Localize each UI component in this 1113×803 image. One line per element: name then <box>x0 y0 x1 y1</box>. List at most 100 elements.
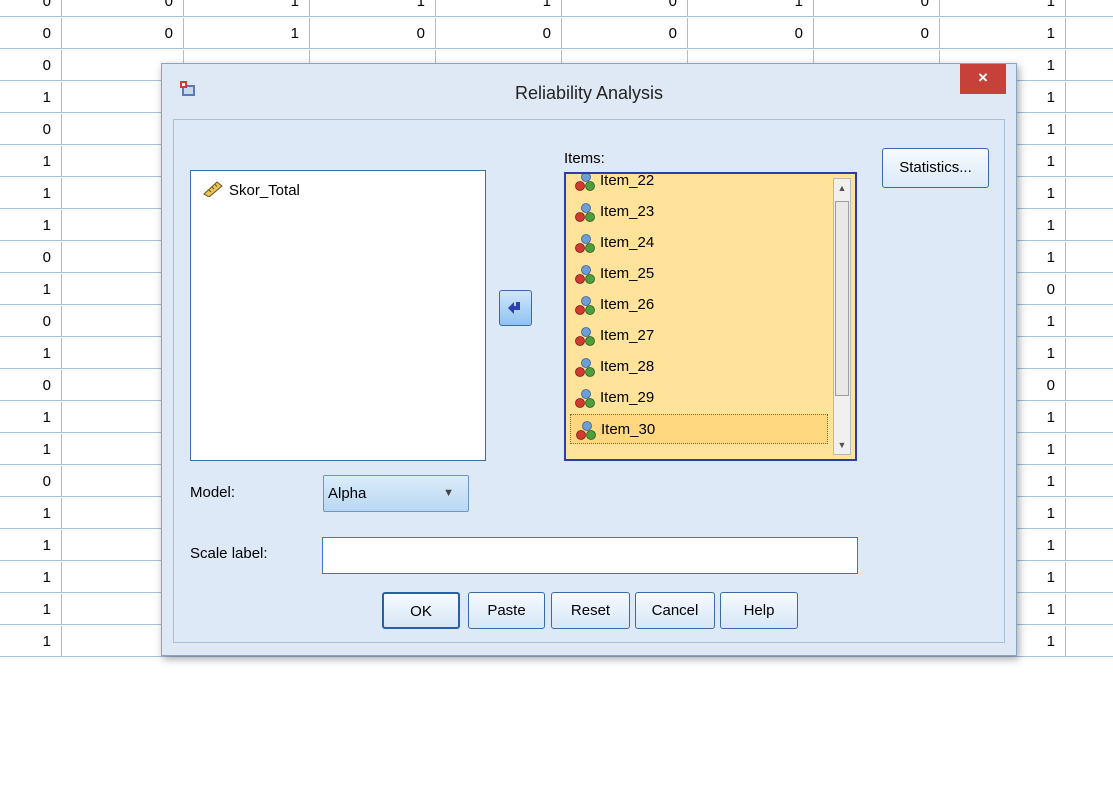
items-label: Items: <box>564 150 605 167</box>
sheet-cell[interactable] <box>1066 466 1113 497</box>
sheet-cell[interactable]: 0 <box>562 18 688 49</box>
reliability-analysis-dialog: Reliability Analysis × Skor_Total Items:… <box>161 63 1017 656</box>
sheet-cell[interactable] <box>1066 530 1113 561</box>
sheet-cell[interactable] <box>1066 402 1113 433</box>
move-variable-button[interactable] <box>499 290 532 326</box>
cancel-button[interactable]: Cancel <box>635 592 715 629</box>
sheet-cell[interactable]: 0 <box>814 0 940 17</box>
title-bar[interactable]: Reliability Analysis × <box>162 64 1016 118</box>
sheet-cell[interactable] <box>1066 0 1113 17</box>
sheet-cell[interactable]: 1 <box>0 498 62 529</box>
sheet-cell[interactable] <box>1066 562 1113 593</box>
sheet-cell[interactable]: 0 <box>688 18 814 49</box>
nominal-variable-icon <box>575 265 595 284</box>
sheet-cell[interactable]: 1 <box>940 0 1066 17</box>
item-variable[interactable]: Item_27 <box>570 321 828 351</box>
scale-label-label: Scale label: <box>190 545 268 562</box>
sheet-cell[interactable] <box>1066 178 1113 209</box>
scrollbar-thumb[interactable] <box>835 201 849 396</box>
sheet-cell[interactable]: 0 <box>0 370 62 401</box>
variable-item-skor-total[interactable]: Skor_Total <box>203 181 300 199</box>
nominal-variable-icon <box>575 389 595 408</box>
sheet-cell[interactable]: 1 <box>0 338 62 369</box>
sheet-cell[interactable]: 0 <box>562 0 688 17</box>
sheet-cell[interactable] <box>1066 370 1113 401</box>
item-variable[interactable]: Item_22 <box>570 174 828 196</box>
sheet-cell[interactable]: 0 <box>310 18 436 49</box>
item-variable[interactable]: Item_30 <box>570 414 828 444</box>
sheet-cell[interactable] <box>1066 242 1113 273</box>
scale-label-input[interactable] <box>322 537 858 574</box>
items-scrollbar[interactable]: ▲ ▼ <box>833 178 851 455</box>
item-variable[interactable]: Item_29 <box>570 383 828 413</box>
sheet-cell[interactable] <box>1066 82 1113 113</box>
nominal-variable-icon <box>576 421 596 440</box>
sheet-cell[interactable]: 0 <box>0 306 62 337</box>
scroll-down-icon[interactable]: ▼ <box>834 436 850 454</box>
item-variable[interactable]: Item_26 <box>570 290 828 320</box>
sheet-cell[interactable] <box>1066 274 1113 305</box>
sheet-cell[interactable]: 1 <box>688 0 814 17</box>
source-variable-list[interactable]: Skor_Total <box>190 170 486 461</box>
statistics-button[interactable]: Statistics... <box>882 148 989 188</box>
sheet-cell[interactable] <box>1066 146 1113 177</box>
sheet-cell[interactable]: 1 <box>0 594 62 625</box>
sheet-cell[interactable] <box>1066 434 1113 465</box>
sheet-cell[interactable]: 1 <box>0 210 62 241</box>
sheet-cell[interactable] <box>1066 306 1113 337</box>
item-variable[interactable]: Item_28 <box>570 352 828 382</box>
item-variable[interactable]: Item_25 <box>570 259 828 289</box>
item-variable[interactable]: Item_23 <box>570 197 828 227</box>
sheet-cell[interactable] <box>1066 594 1113 625</box>
sheet-cell[interactable]: 1 <box>436 0 562 17</box>
sheet-cell[interactable]: 1 <box>0 434 62 465</box>
dialog-title: Reliability Analysis <box>514 83 664 103</box>
sheet-cell[interactable] <box>1066 498 1113 529</box>
sheet-cell[interactable]: 0 <box>814 18 940 49</box>
model-label: Model: <box>190 484 236 501</box>
help-button[interactable]: Help <box>720 592 798 629</box>
sheet-cell[interactable]: 0 <box>436 18 562 49</box>
items-list[interactable]: Item_22 Item_23 Item_24 Item_25 Item_26 Item_… <box>564 172 857 461</box>
sheet-cell[interactable]: 1 <box>0 562 62 593</box>
ok-button[interactable]: OK <box>382 592 460 629</box>
sheet-cell[interactable] <box>1066 50 1113 81</box>
item-variable-label: Item_26 <box>600 296 655 313</box>
sheet-cell[interactable]: 0 <box>0 18 62 49</box>
sheet-cell[interactable]: 0 <box>0 466 62 497</box>
sheet-cell[interactable]: 1 <box>0 626 62 657</box>
sheet-cell[interactable]: 1 <box>0 274 62 305</box>
sheet-cell[interactable] <box>1066 338 1113 369</box>
item-variable-label: Item_23 <box>600 203 655 220</box>
reset-button[interactable]: Reset <box>551 592 630 629</box>
sheet-cell[interactable]: 1 <box>0 178 62 209</box>
nominal-variable-icon <box>575 203 595 222</box>
sheet-cell[interactable]: 0 <box>62 0 184 17</box>
item-variable-label: Item_30 <box>601 421 656 438</box>
item-variable[interactable]: Item_24 <box>570 228 828 258</box>
sheet-cell[interactable]: 1 <box>310 0 436 17</box>
scroll-up-icon[interactable]: ▲ <box>834 179 850 197</box>
close-button[interactable]: × <box>960 64 1006 94</box>
sheet-cell[interactable] <box>1066 210 1113 241</box>
sheet-cell[interactable]: 1 <box>184 18 310 49</box>
sheet-cell[interactable]: 1 <box>940 18 1066 49</box>
sheet-row: 001000001 <box>0 18 1113 50</box>
sheet-cell[interactable]: 1 <box>0 530 62 561</box>
item-variable-label: Item_27 <box>600 327 655 344</box>
sheet-cell[interactable]: 0 <box>0 0 62 17</box>
sheet-cell[interactable] <box>1066 626 1113 657</box>
sheet-cell[interactable]: 0 <box>0 242 62 273</box>
sheet-cell[interactable]: 1 <box>0 402 62 433</box>
paste-button[interactable]: Paste <box>468 592 545 629</box>
sheet-cell[interactable]: 1 <box>0 82 62 113</box>
sheet-cell[interactable]: 0 <box>62 18 184 49</box>
nominal-variable-icon <box>575 358 595 377</box>
sheet-cell[interactable] <box>1066 18 1113 49</box>
sheet-cell[interactable]: 0 <box>0 50 62 81</box>
sheet-cell[interactable] <box>1066 114 1113 145</box>
sheet-cell[interactable]: 1 <box>0 146 62 177</box>
model-dropdown[interactable]: Alpha ▼ <box>323 475 469 512</box>
sheet-cell[interactable]: 1 <box>184 0 310 17</box>
sheet-cell[interactable]: 0 <box>0 114 62 145</box>
